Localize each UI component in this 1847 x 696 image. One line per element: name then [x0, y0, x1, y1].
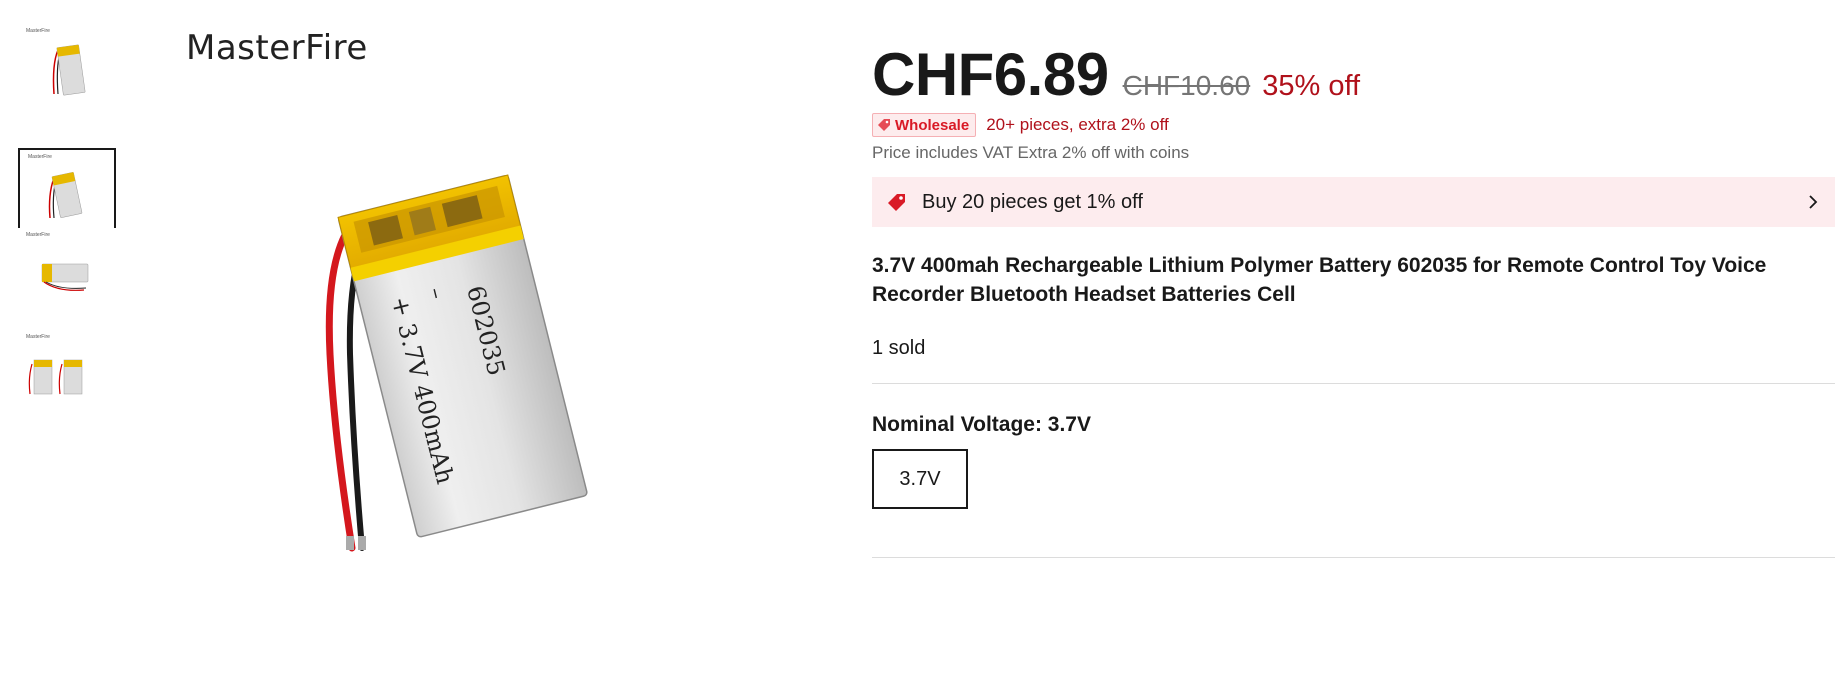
promo-label: Buy 20 pieces get 1% off: [922, 190, 1143, 213]
current-price: CHF6.89: [872, 41, 1109, 108]
battery-thumbnail-image: [52, 44, 86, 96]
variant-option-3-7v[interactable]: 3.7V: [872, 449, 968, 509]
original-price: CHF10.60: [1122, 70, 1251, 101]
thumbnail-4[interactable]: MasterFire: [18, 330, 116, 428]
tag-icon: [878, 119, 890, 131]
product-info: CHF6.89 CHF10.60 35% off Wholesale 20+ p…: [872, 40, 1835, 558]
sold-count: 1 sold: [872, 337, 926, 359]
promo-banner[interactable]: Buy 20 pieces get 1% off: [872, 177, 1835, 227]
wholesale-badge-label: Wholesale: [895, 116, 970, 134]
battery-image: 602035 + 3.7V 400mAh –: [325, 174, 588, 552]
divider: [872, 557, 1835, 558]
discount-label: 35% off: [1262, 70, 1361, 102]
battery-thumbnail-image: [41, 263, 89, 291]
main-product-image[interactable]: MasterFire 602035 + 3.7V 400mAh –: [150, 24, 710, 584]
wholesale-text: 20+ pieces, extra 2% off: [986, 115, 1169, 134]
wholesale-row: Wholesale 20+ pieces, extra 2% off: [872, 112, 1835, 138]
price-row: CHF6.89 CHF10.60 35% off: [872, 40, 1835, 108]
tag-icon: [888, 194, 905, 211]
thumbnail-3[interactable]: MasterFire: [18, 228, 116, 326]
product-title: 3.7V 400mah Rechargeable Lithium Polymer…: [872, 254, 1767, 306]
chevron-right-icon[interactable]: [1807, 194, 1819, 210]
variant-label: Nominal Voltage: 3.7V: [872, 413, 1091, 436]
vat-note: Price includes VAT Extra 2% off with coi…: [872, 143, 1190, 162]
thumbnail-1[interactable]: MasterFire: [18, 24, 116, 122]
battery-thumbnail-image: [28, 359, 83, 395]
wholesale-badge: Wholesale: [872, 113, 977, 137]
divider: [872, 383, 1835, 384]
